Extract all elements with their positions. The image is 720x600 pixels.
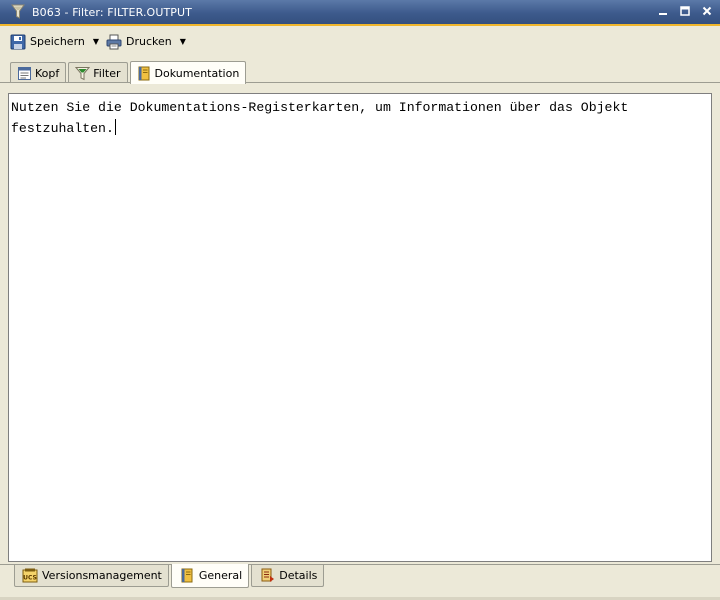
minimize-icon bbox=[659, 13, 667, 15]
tab-filter[interactable]: Filter bbox=[68, 62, 128, 83]
book-icon bbox=[136, 65, 152, 81]
tab-strip-divider bbox=[0, 82, 720, 83]
tab-versionsmanagement[interactable]: UCS Versionsmanagement bbox=[14, 565, 169, 587]
book-icon bbox=[179, 568, 195, 584]
filter-funnel-icon bbox=[9, 3, 27, 21]
bottom-tab-strip: UCS Versionsmanagement General Details bbox=[14, 564, 326, 589]
print-label: Drucken bbox=[126, 35, 172, 48]
top-tab-strip: Kopf Filter Dokumentation bbox=[10, 60, 248, 84]
print-dropdown-arrow-icon[interactable]: ▼ bbox=[180, 37, 186, 46]
tab-versionsmanagement-label: Versionsmanagement bbox=[42, 569, 162, 582]
minimize-button[interactable] bbox=[656, 4, 670, 18]
tab-details[interactable]: Details bbox=[251, 565, 325, 587]
floppy-disk-icon bbox=[9, 33, 27, 51]
print-button[interactable]: Drucken ▼ bbox=[105, 31, 186, 53]
close-icon bbox=[702, 6, 712, 16]
documentation-text: Nutzen Sie die Dokumentations-Registerka… bbox=[11, 100, 629, 136]
tab-kopf[interactable]: Kopf bbox=[10, 62, 67, 83]
tab-general[interactable]: General bbox=[170, 564, 250, 588]
ucs-icon: UCS bbox=[22, 568, 38, 584]
documentation-panel: Nutzen Sie die Dokumentations-Registerka… bbox=[8, 93, 712, 562]
tab-filter-label: Filter bbox=[93, 66, 121, 80]
save-button[interactable]: Speichern ▼ bbox=[9, 31, 99, 53]
toolbar: Speichern ▼ Drucken ▼ bbox=[0, 26, 720, 57]
window-titlebar[interactable]: B063 - Filter: FILTER.OUTPUT bbox=[0, 0, 720, 24]
text-caret bbox=[114, 119, 116, 135]
close-button[interactable] bbox=[700, 4, 714, 18]
maximize-icon bbox=[680, 6, 690, 16]
documentation-text-editor[interactable]: Nutzen Sie die Dokumentations-Registerka… bbox=[9, 94, 711, 561]
header-doc-icon bbox=[16, 65, 32, 81]
tab-dokumentation-label: Dokumentation bbox=[154, 66, 240, 80]
tab-general-label: General bbox=[198, 569, 243, 582]
save-dropdown-arrow-icon[interactable]: ▼ bbox=[93, 37, 99, 46]
filter-funnel-icon bbox=[74, 65, 90, 81]
maximize-button[interactable] bbox=[678, 4, 692, 18]
tab-kopf-label: Kopf bbox=[35, 66, 60, 80]
window-title: B063 - Filter: FILTER.OUTPUT bbox=[32, 5, 192, 19]
tab-details-label: Details bbox=[279, 569, 318, 582]
tab-dokumentation[interactable]: Dokumentation bbox=[129, 61, 247, 84]
details-icon bbox=[259, 568, 275, 584]
printer-icon bbox=[105, 33, 123, 51]
save-label: Speichern bbox=[30, 35, 85, 48]
svg-text:UCS: UCS bbox=[23, 575, 37, 582]
